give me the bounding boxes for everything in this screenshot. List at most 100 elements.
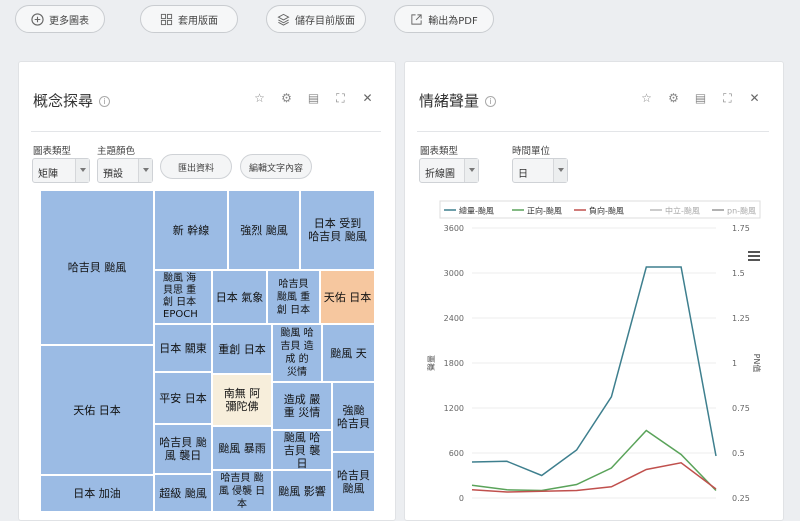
expand-icon[interactable]: ⛶ — [714, 91, 741, 106]
theme-color-value: 預設 — [103, 169, 123, 180]
series-line — [471, 462, 717, 493]
chart-type-value: 矩陣 — [38, 169, 58, 180]
treemap-cell[interactable]: 颱風 影響 — [272, 470, 332, 512]
series-line — [471, 429, 717, 492]
legend-label: 總量-颱風 — [459, 206, 494, 216]
treemap-cell[interactable]: 哈吉貝 颱風 襲日 — [154, 424, 212, 474]
plus-circle-icon — [31, 12, 44, 26]
treemap-cell[interactable]: 平安 日本 — [154, 372, 212, 424]
star-icon[interactable]: ☆ — [246, 91, 273, 106]
legend-label: 正向-颱風 — [527, 206, 562, 216]
treemap-cell-highlight[interactable]: 天佑 日本 — [320, 270, 375, 324]
y2-tick-label: 1.75 — [732, 224, 750, 233]
sentiment-line-chart: 總量-颱風 正向-颱風 負向-颱風 中立-颱風 pn-颱風 0 600 1200 1800 240… — [427, 200, 762, 503]
book-icon[interactable]: ▤ — [300, 91, 327, 106]
save-layout-label: 儲存目前版面 — [295, 15, 355, 27]
treemap-cell[interactable]: 天佑 日本 — [40, 345, 154, 475]
y2-tick-label: 1.25 — [732, 314, 750, 323]
legend-label: 中立-颱風 — [665, 206, 700, 216]
grid-icon — [160, 13, 173, 25]
treemap-cell-highlight[interactable]: 南無 阿彌陀佛 — [212, 374, 272, 426]
y2-tick-label: 1 — [732, 359, 737, 368]
export-data-button[interactable]: 匯出資料 — [160, 154, 232, 179]
treemap-cell[interactable]: 哈吉貝 颱風 — [40, 190, 154, 345]
theme-color-select[interactable]: 預設 — [97, 158, 153, 183]
y2-tick-label: 0.25 — [732, 494, 750, 503]
more-charts-button[interactable]: 更多圖表 — [15, 5, 105, 33]
y-tick-label: 600 — [449, 449, 464, 458]
info-icon[interactable]: i — [485, 96, 497, 107]
chevron-down-icon — [80, 168, 86, 172]
time-unit-select[interactable]: 日 — [512, 158, 568, 183]
y-tick-label: 2400 — [444, 314, 464, 323]
save-layout-button[interactable]: 儲存目前版面 — [266, 5, 366, 33]
treemap-cell[interactable]: 日本 關東 — [154, 324, 212, 372]
edit-text-button[interactable]: 編輯文字內容 — [240, 154, 312, 179]
chart-type-label: 圖表類型 — [420, 146, 459, 157]
y2-tick-label: 0.5 — [732, 449, 745, 458]
y2-tick-label: 1.5 — [732, 269, 745, 278]
treemap-cell[interactable]: 超級 颱風 — [154, 474, 212, 512]
y-tick-label: 1800 — [444, 359, 464, 368]
chevron-down-icon — [558, 168, 564, 172]
close-icon[interactable]: ✕ — [354, 91, 381, 106]
treemap-cell[interactable]: 日本 氣象 — [212, 270, 267, 324]
star-icon[interactable]: ☆ — [633, 91, 660, 106]
series-line — [471, 266, 717, 477]
gear-icon[interactable]: ⚙ — [273, 91, 300, 106]
toolbar: 更多圖表 套用版面 儲存目前版面 輸出為PDF — [0, 0, 800, 52]
expand-icon[interactable]: ⛶ — [327, 91, 354, 106]
y-tick-label: 3600 — [444, 224, 464, 233]
hamburger-icon — [748, 251, 760, 253]
treemap-cell[interactable]: 哈吉貝 颱風 侵襲 日本 — [212, 470, 272, 512]
concept-panel-actions: ☆ ⚙ ▤ ⛶ ✕ — [246, 91, 381, 106]
chart-type-value: 折線圖 — [425, 169, 455, 180]
y-tick-label: 3000 — [444, 269, 464, 278]
chart-type-label: 圖表類型 — [33, 146, 72, 157]
book-icon[interactable]: ▤ — [687, 91, 714, 106]
hamburger-icon — [748, 259, 760, 261]
time-unit-value: 日 — [518, 169, 528, 180]
apply-layout-label: 套用版面 — [178, 15, 218, 27]
treemap-cell[interactable]: 新 幹線 — [154, 190, 228, 270]
time-unit-label: 時間單位 — [512, 146, 551, 157]
concept-panel-title: 概念探尋 i — [33, 90, 111, 111]
concept-title-text: 概念探尋 — [33, 92, 94, 110]
close-icon[interactable]: ✕ — [741, 91, 768, 106]
treemap-cell[interactable]: 颱風 哈吉貝 襲日 — [272, 430, 332, 470]
legend-label: 負向-颱風 — [589, 206, 624, 216]
treemap-cell[interactable]: 造成 嚴重 災情 — [272, 382, 332, 430]
chart-type-select[interactable]: 矩陣 — [32, 158, 90, 183]
y2-tick-label: 0.75 — [732, 404, 750, 413]
treemap-cell[interactable]: 日本 受到 哈吉貝 颱風 — [300, 190, 375, 270]
divider — [417, 131, 769, 132]
treemap-cell[interactable]: 颱風 暴雨 — [212, 426, 272, 470]
theme-color-label: 主題顏色 — [97, 146, 136, 157]
sentiment-panel-title: 情緒聲量 i — [419, 90, 497, 111]
treemap-cell[interactable]: 颱風 天 — [322, 324, 375, 382]
treemap-cell[interactable]: 颱風 哈吉貝 造成 的 災情 — [272, 324, 322, 382]
y-tick-label: 0 — [459, 494, 464, 503]
chevron-down-icon — [469, 168, 475, 172]
export-icon — [411, 13, 422, 25]
export-pdf-label: 輸出為PDF — [428, 15, 478, 27]
sentiment-title-text: 情緒聲量 — [419, 92, 480, 110]
treemap-cell[interactable]: 哈吉貝 颱風 — [332, 452, 375, 512]
treemap-cell[interactable]: 強颱 哈吉貝 — [332, 382, 375, 452]
sentiment-panel-actions: ☆ ⚙ ▤ ⛶ ✕ — [633, 91, 768, 106]
treemap-cell[interactable]: 日本 加油 — [40, 475, 154, 512]
treemap-cell[interactable]: 哈吉貝 颱風 重創 日本 — [267, 270, 320, 324]
gear-icon[interactable]: ⚙ — [660, 91, 687, 106]
y-axis-title: 聲量 — [427, 355, 436, 371]
y-tick-label: 1200 — [444, 404, 464, 413]
treemap-cell[interactable]: 重創 日本 — [212, 324, 272, 374]
apply-layout-button[interactable]: 套用版面 — [140, 5, 238, 33]
treemap-cell[interactable]: 強烈 颱風 — [228, 190, 300, 270]
export-pdf-button[interactable]: 輸出為PDF — [394, 5, 494, 33]
divider — [31, 131, 381, 132]
chart-type-select[interactable]: 折線圖 — [419, 158, 479, 183]
y2-axis-title: PN值 — [752, 354, 762, 373]
info-icon[interactable]: i — [99, 96, 111, 107]
treemap-cell[interactable]: 颱風 海貝思 重創 日本 EPOCH — [154, 270, 212, 324]
legend-label: pn-颱風 — [727, 207, 756, 216]
